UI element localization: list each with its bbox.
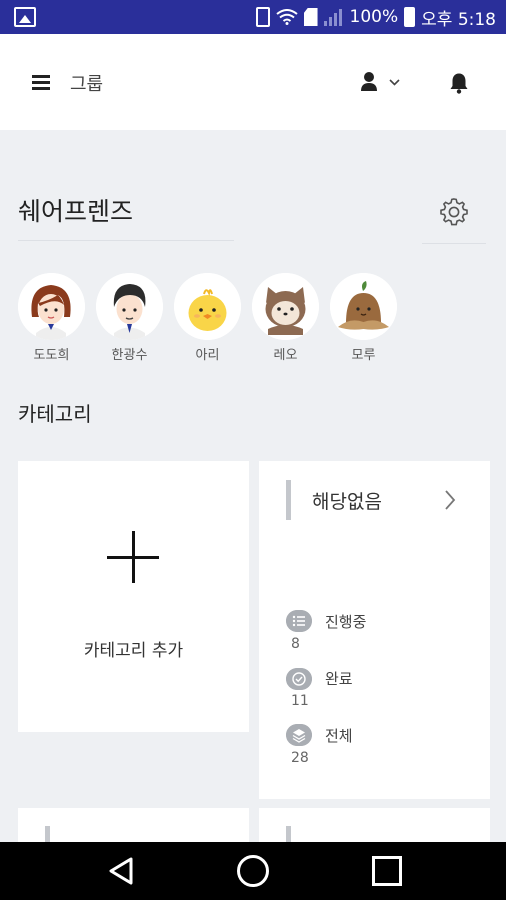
friend-list: 도도희 한광수 아리 레오 모루 (18, 273, 397, 363)
friend-item[interactable]: 아리 (174, 273, 241, 363)
friend-item[interactable]: 도도희 (18, 273, 85, 363)
hamburger-icon[interactable] (32, 75, 50, 90)
home-icon[interactable] (237, 855, 269, 887)
stat-label: 진행중 (325, 613, 367, 631)
bell-icon[interactable] (448, 72, 470, 94)
raccoon-avatar-icon (252, 273, 319, 340)
signal-icon (323, 9, 342, 26)
stat-label: 완료 (325, 670, 353, 688)
recent-apps-icon[interactable] (372, 856, 402, 886)
mole-avatar-icon (330, 273, 397, 340)
list-icon (286, 610, 312, 632)
group-name: 쉐어프렌즈 (18, 197, 134, 226)
status-icons: 100% 오후 5:18 (255, 0, 496, 34)
friend-name: 모루 (351, 348, 376, 363)
app-header: 그룹 (0, 34, 506, 130)
check-icon (286, 668, 312, 690)
friend-item[interactable]: 한광수 (96, 273, 163, 363)
stat-label: 전체 (325, 727, 353, 745)
stat-value: 28 (291, 750, 309, 766)
battery-percent: 100% (349, 7, 399, 27)
add-category-card[interactable] (18, 461, 249, 732)
stat-value: 8 (291, 636, 300, 652)
friend-name: 아리 (195, 348, 220, 363)
vibrate-icon (255, 7, 270, 27)
friend-item[interactable]: 레오 (252, 273, 319, 363)
group-name-divider (18, 240, 234, 241)
add-category-label: 카테고리 추가 (83, 641, 184, 661)
friend-item[interactable]: 모루 (330, 273, 397, 363)
layers-icon (286, 724, 312, 746)
back-icon[interactable] (107, 856, 135, 886)
clock: 오후 5:18 (421, 9, 496, 30)
battery-icon (404, 7, 416, 27)
category-name: 해당없음 (312, 491, 382, 513)
status-bar: 100% 오후 5:18 (0, 0, 506, 34)
sim-icon (303, 8, 318, 26)
woman-avatar-icon (18, 273, 85, 340)
chevron-right-icon[interactable] (441, 487, 459, 513)
image-icon (14, 7, 36, 27)
category-accent-bar (286, 480, 291, 520)
gear-icon[interactable] (438, 196, 470, 228)
man-avatar-icon (96, 273, 163, 340)
user-dropdown-icon[interactable] (360, 70, 405, 96)
chick-avatar-icon (174, 273, 241, 340)
friend-name: 레오 (273, 348, 298, 363)
wifi-icon (275, 9, 298, 25)
friend-name: 도도희 (33, 348, 70, 363)
settings-divider (422, 243, 486, 244)
header-title: 그룹 (70, 74, 104, 95)
stat-value: 11 (291, 693, 309, 709)
plus-icon[interactable] (107, 531, 159, 583)
category-section-title: 카테고리 (18, 402, 92, 426)
friend-name: 한광수 (111, 348, 148, 363)
